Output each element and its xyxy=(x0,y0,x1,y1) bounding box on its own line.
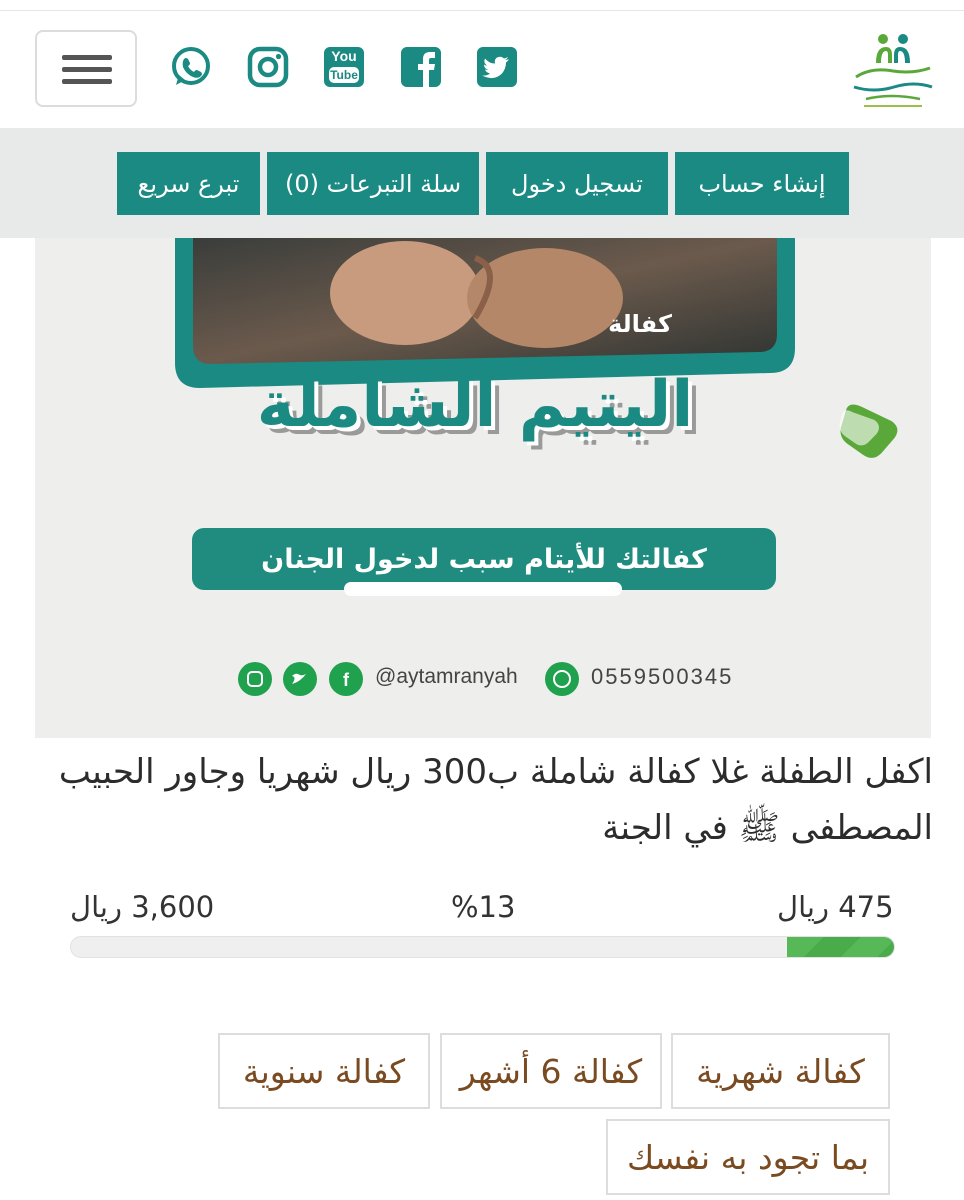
progress-bar xyxy=(70,936,895,958)
donation-cart-button[interactable]: سلة التبرعات (0) xyxy=(267,152,479,215)
campaign-banner: f كفالة اليتيم الشاملة كفالتك للأيتام سب… xyxy=(35,238,931,738)
progress-bar-fill xyxy=(787,937,894,957)
youtube-icon-text: Tube xyxy=(330,68,358,82)
banner-artwork: f xyxy=(175,238,898,696)
hamburger-menu-icon-bar xyxy=(62,79,112,84)
twitter-icon[interactable] xyxy=(476,46,518,88)
target-amount: 3,600 ريال xyxy=(70,890,215,924)
site-logo[interactable] xyxy=(846,31,940,111)
site-header: You Tube xyxy=(0,11,964,128)
login-button[interactable]: تسجيل دخول xyxy=(486,152,668,215)
banner-label-small: كفالة xyxy=(608,310,672,338)
monthly-sponsorship-button[interactable]: كفالة شهرية xyxy=(671,1033,890,1109)
six-month-sponsorship-button[interactable]: كفالة 6 أشهر xyxy=(440,1033,662,1109)
banner-tagline: كفالتك للأيتام سبب لدخول الجنان xyxy=(261,543,707,575)
hamburger-menu-icon xyxy=(62,55,112,60)
whatsapp-icon[interactable] xyxy=(170,46,212,88)
banner-handle: @aytamranyah xyxy=(375,665,518,688)
nav-bar: إنشاء حساب تسجيل دخول سلة التبرعات (0) ت… xyxy=(0,128,964,238)
quick-donate-button[interactable]: تبرع سريع xyxy=(117,152,260,215)
logo-emblem-icon xyxy=(853,34,933,107)
instagram-icon[interactable] xyxy=(247,46,289,88)
hamburger-menu-icon-bar xyxy=(62,67,112,72)
hamburger-menu-button[interactable] xyxy=(35,30,137,107)
banner-label-big: اليتيم الشاملة xyxy=(256,368,694,442)
yearly-sponsorship-button[interactable]: كفالة سنوية xyxy=(218,1033,430,1109)
youtube-icon-text: You xyxy=(331,48,357,64)
facebook-icon[interactable] xyxy=(400,46,442,88)
custom-amount-button[interactable]: بما تجود به نفسك xyxy=(606,1119,890,1195)
campaign-title: اكفل الطفلة غلا كفالة شاملة ب300 ريال شه… xyxy=(58,752,933,848)
raised-amount: 475 ريال xyxy=(777,890,894,924)
banner-phone: 0559500345 xyxy=(591,664,734,689)
progress-percent: %13 xyxy=(451,890,516,924)
svg-text:f: f xyxy=(343,670,350,690)
youtube-icon[interactable]: You Tube xyxy=(323,46,365,88)
create-account-button[interactable]: إنشاء حساب xyxy=(675,152,849,215)
